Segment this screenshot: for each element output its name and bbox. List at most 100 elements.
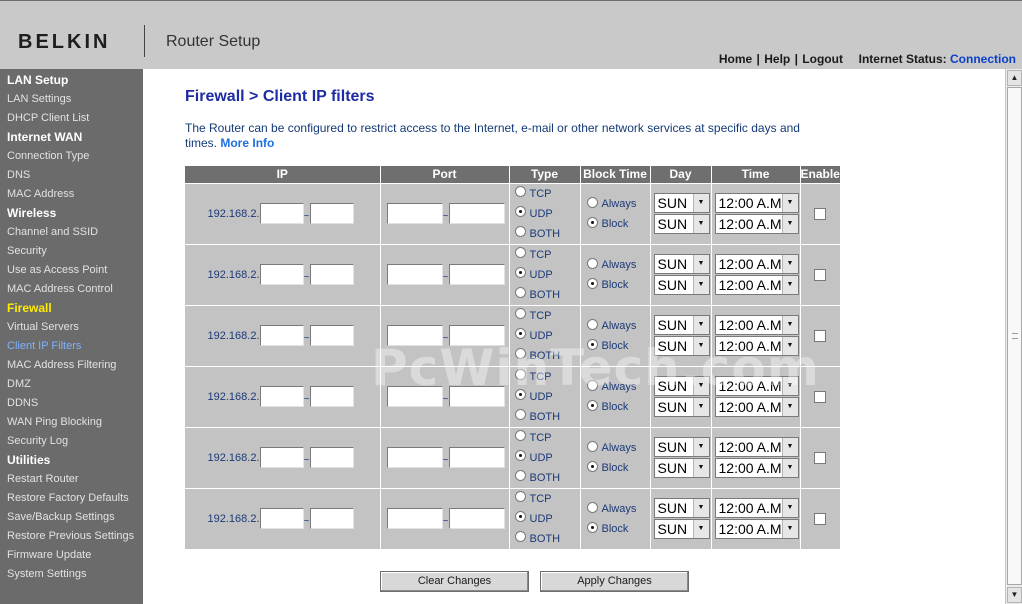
port-start-input[interactable] [386,325,443,346]
type-option-tcp[interactable]: TCP [510,428,580,448]
block-option-block[interactable]: Block [581,519,650,539]
enable-checkbox[interactable] [814,329,827,342]
radio-button[interactable] [586,278,598,289]
port-end-input[interactable] [448,325,505,346]
day-start-select[interactable]: SUN ▼ [653,193,710,213]
chevron-down-icon[interactable]: ▼ [781,215,798,233]
sidebar-item-dmz[interactable]: DMZ [0,375,143,394]
chevron-down-icon[interactable]: ▼ [781,316,798,334]
type-option-udp[interactable]: UDP [510,387,580,407]
day-start-select[interactable]: SUN ▼ [653,498,710,519]
block-option-always[interactable]: Always [581,194,650,214]
type-option-tcp[interactable]: TCP [510,184,580,204]
radio-button[interactable] [514,308,526,319]
radio-button[interactable] [586,522,598,534]
sidebar-item-lan-settings[interactable]: LAN Settings [0,90,143,109]
day-start-select[interactable]: SUN ▼ [653,254,710,274]
sidebar-item-security[interactable]: Security [0,242,143,261]
sidebar-item-mac-address-filtering[interactable]: MAC Address Filtering [0,356,143,375]
chevron-down-icon[interactable]: ▼ [692,337,709,355]
ip-end-input[interactable] [309,447,354,468]
block-option-always[interactable]: Always [581,316,650,336]
chevron-down-icon[interactable]: ▼ [781,520,798,539]
day-end-select[interactable]: SUN ▼ [653,397,710,417]
port-start-input[interactable] [386,508,443,530]
radio-button[interactable] [586,339,598,350]
sidebar-section-wireless[interactable]: Wireless [0,204,143,223]
radio-button[interactable] [514,247,526,258]
type-option-udp[interactable]: UDP [510,326,580,346]
sidebar-item-connection-type[interactable]: Connection Type [0,147,143,166]
sidebar-item-mac-address[interactable]: MAC Address [0,185,143,204]
block-option-always[interactable]: Always [581,438,650,458]
type-option-udp[interactable]: UDP [510,448,580,468]
chevron-down-icon[interactable]: ▼ [781,438,798,456]
port-end-input[interactable] [448,508,505,530]
radio-button[interactable] [514,470,526,481]
sidebar-item-ddns[interactable]: DDNS [0,394,143,413]
radio-button[interactable] [514,430,526,441]
sidebar-item-wan-ping-blocking[interactable]: WAN Ping Blocking [0,413,143,432]
chevron-down-icon[interactable]: ▼ [692,499,709,518]
more-info-link[interactable]: More Info [220,136,274,150]
block-option-always[interactable]: Always [581,377,650,397]
port-end-input[interactable] [448,447,505,468]
chevron-down-icon[interactable]: ▼ [781,194,798,212]
ip-end-input[interactable] [309,386,354,407]
sidebar-item-restore-factory-defaults[interactable]: Restore Factory Defaults [0,489,143,508]
time-end-select[interactable]: 12:00 A.M. ▼ [714,336,799,356]
chevron-down-icon[interactable]: ▼ [781,398,798,416]
chevron-down-icon[interactable]: ▼ [692,194,709,212]
apply-changes-button[interactable]: Apply Changes [540,571,689,592]
time-start-select[interactable]: 12:00 A.M. ▼ [714,254,799,274]
day-end-select[interactable]: SUN ▼ [653,275,710,295]
radio-button[interactable] [514,531,526,543]
type-option-udp[interactable]: UDP [510,509,580,529]
radio-button[interactable] [514,328,526,339]
radio-button[interactable] [586,380,598,391]
chevron-down-icon[interactable]: ▼ [781,255,798,273]
sidebar-section-lan-setup[interactable]: LAN Setup [0,71,143,90]
help-link[interactable]: Help [764,52,790,66]
time-end-select[interactable]: 12:00 A.M. ▼ [714,397,799,417]
port-start-input[interactable] [386,203,443,224]
chevron-down-icon[interactable]: ▼ [692,377,709,395]
sidebar-section-firewall[interactable]: Firewall [0,299,143,318]
chevron-down-icon[interactable]: ▼ [781,337,798,355]
chevron-down-icon[interactable]: ▼ [692,215,709,233]
vertical-scrollbar[interactable]: ▲ ▼ [1005,69,1022,604]
ip-start-input[interactable] [259,203,304,224]
time-end-select[interactable]: 12:00 A.M. ▼ [714,214,799,234]
enable-checkbox[interactable] [814,207,827,220]
ip-start-input[interactable] [259,447,304,468]
time-start-select[interactable]: 12:00 A.M. ▼ [714,498,799,519]
block-option-block[interactable]: Block [581,336,650,356]
day-end-select[interactable]: SUN ▼ [653,336,710,356]
enable-checkbox[interactable] [814,512,827,525]
ip-end-input[interactable] [309,508,354,530]
radio-button[interactable] [514,409,526,420]
radio-button[interactable] [586,258,598,269]
sidebar-item-restore-previous-settings[interactable]: Restore Previous Settings [0,527,143,546]
radio-button[interactable] [586,197,598,208]
sidebar-item-channel-and-ssid[interactable]: Channel and SSID [0,223,143,242]
chevron-down-icon[interactable]: ▼ [781,459,798,477]
type-option-both[interactable]: BOTH [510,224,580,244]
radio-button[interactable] [586,319,598,330]
chevron-down-icon[interactable]: ▼ [692,459,709,477]
chevron-down-icon[interactable]: ▼ [692,398,709,416]
port-end-input[interactable] [448,386,505,407]
clear-changes-button[interactable]: Clear Changes [380,571,529,592]
block-option-block[interactable]: Block [581,458,650,478]
time-start-select[interactable]: 12:00 A.M. ▼ [714,376,799,396]
radio-button[interactable] [514,450,526,461]
time-start-select[interactable]: 12:00 A.M. ▼ [714,437,799,457]
sidebar-item-dns[interactable]: DNS [0,166,143,185]
type-option-both[interactable]: BOTH [510,285,580,305]
type-option-tcp[interactable]: TCP [510,306,580,326]
chevron-down-icon[interactable]: ▼ [692,520,709,539]
arrow-up-icon[interactable]: ▲ [1007,70,1022,86]
port-start-input[interactable] [386,386,443,407]
block-option-block[interactable]: Block [581,214,650,234]
day-start-select[interactable]: SUN ▼ [653,315,710,335]
